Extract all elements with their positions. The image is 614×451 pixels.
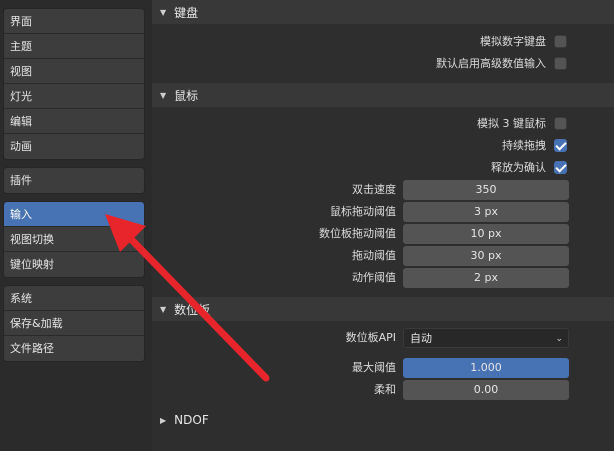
tablet-api-select[interactable]: 自动 ⌄	[403, 328, 569, 348]
row-softness: 柔和 0.00	[152, 380, 614, 400]
section-header-mouse[interactable]: ▼ 鼠标	[152, 83, 614, 107]
row-continuous-grab: 持续拖拽	[152, 136, 614, 156]
sidebar-item-interface[interactable]: 界面	[4, 9, 144, 34]
drag-threshold-field[interactable]: 30 px	[403, 246, 569, 266]
sidebar-item-save-load[interactable]: 保存&加载	[4, 311, 144, 336]
field-label: 数位板API	[345, 331, 396, 344]
section-title: 数位板	[174, 302, 211, 317]
section-header-ndof[interactable]: ▶ NDOF	[152, 408, 614, 432]
checkbox-label: 默认启用高级数值输入	[436, 57, 546, 70]
field-label: 最大阈值	[352, 361, 396, 374]
section-title: 键盘	[174, 5, 199, 20]
checkbox-label: 释放为确认	[491, 161, 546, 174]
mouse-drag-threshold-field[interactable]: 3 px	[403, 202, 569, 222]
select-value: 自动	[410, 332, 432, 345]
sidebar: 界面 主题 视图 灯光 编辑 动画 插件 输入 视图切换 键位映射 系统 保存&…	[0, 0, 152, 451]
emulate-3btn-checkbox[interactable]	[554, 117, 567, 130]
row-emulate-3btn: 模拟 3 键鼠标	[152, 114, 614, 134]
max-threshold-slider[interactable]: 1.000	[403, 358, 569, 378]
sidebar-item-animation[interactable]: 动画	[4, 134, 144, 159]
row-emulate-numpad: 模拟数字键盘	[152, 32, 614, 52]
tablet-drag-threshold-field[interactable]: 10 px	[403, 224, 569, 244]
sidebar-group-1: 界面 主题 视图 灯光 编辑 动画	[3, 8, 145, 160]
checkbox-label: 持续拖拽	[502, 139, 546, 152]
preferences-window: 界面 主题 视图 灯光 编辑 动画 插件 输入 视图切换 键位映射 系统 保存&…	[0, 0, 614, 451]
row-double-click: 双击速度 350	[152, 180, 614, 200]
emulate-numpad-checkbox[interactable]	[554, 35, 567, 48]
checkbox-label: 模拟数字键盘	[480, 35, 546, 48]
chevron-down-icon: ⌄	[555, 334, 563, 344]
row-drag-threshold: 拖动阈值 30 px	[152, 246, 614, 266]
double-click-field[interactable]: 350	[403, 180, 569, 200]
row-max-threshold: 最大阈值 1.000	[152, 358, 614, 378]
sidebar-item-file-paths[interactable]: 文件路径	[4, 336, 144, 361]
field-label: 双击速度	[352, 183, 396, 196]
sidebar-item-viewport[interactable]: 视图	[4, 59, 144, 84]
section-title: NDOF	[174, 413, 209, 427]
section-header-tablet[interactable]: ▼ 数位板	[152, 297, 614, 321]
main-panel: ▼ 键盘 模拟数字键盘 默认启用高级数值输入 ▼ 鼠标 模拟 3 键鼠标 持续拖…	[152, 0, 614, 451]
field-label: 数位板拖动阈值	[319, 227, 396, 240]
sidebar-item-keymap[interactable]: 键位映射	[4, 252, 144, 277]
field-label: 动作阈值	[352, 271, 396, 284]
default-adv-input-checkbox[interactable]	[554, 57, 567, 70]
row-default-adv-input: 默认启用高级数值输入	[152, 54, 614, 74]
sidebar-item-input[interactable]: 输入	[4, 202, 144, 227]
sidebar-group-4: 系统 保存&加载 文件路径	[3, 285, 145, 362]
motion-threshold-field[interactable]: 2 px	[403, 268, 569, 288]
sidebar-item-themes[interactable]: 主题	[4, 34, 144, 59]
expanded-icon: ▼	[160, 90, 167, 100]
field-label: 鼠标拖动阈值	[330, 205, 396, 218]
sidebar-item-lights[interactable]: 灯光	[4, 84, 144, 109]
expanded-icon: ▼	[160, 304, 167, 314]
row-mouse-drag: 鼠标拖动阈值 3 px	[152, 202, 614, 222]
row-tablet-drag: 数位板拖动阈值 10 px	[152, 224, 614, 244]
continuous-grab-checkbox[interactable]	[554, 139, 567, 152]
expanded-icon: ▼	[160, 7, 167, 17]
sidebar-item-editing[interactable]: 编辑	[4, 109, 144, 134]
row-motion-threshold: 动作阈值 2 px	[152, 268, 614, 288]
collapsed-icon: ▶	[160, 415, 167, 425]
sidebar-item-addons[interactable]: 插件	[4, 168, 144, 193]
row-tablet-api: 数位板API 自动 ⌄	[152, 328, 614, 348]
sidebar-group-3: 输入 视图切换 键位映射	[3, 201, 145, 278]
section-header-keyboard[interactable]: ▼ 键盘	[152, 0, 614, 24]
section-title: 鼠标	[174, 88, 199, 103]
release-confirm-checkbox[interactable]	[554, 161, 567, 174]
sidebar-item-system[interactable]: 系统	[4, 286, 144, 311]
checkbox-label: 模拟 3 键鼠标	[477, 117, 546, 130]
sidebar-item-navigation[interactable]: 视图切换	[4, 227, 144, 252]
softness-slider[interactable]: 0.00	[403, 380, 569, 400]
field-label: 拖动阈值	[352, 249, 396, 262]
row-release-confirm: 释放为确认	[152, 158, 614, 178]
field-label: 柔和	[374, 383, 396, 396]
sidebar-group-2: 插件	[3, 167, 145, 194]
